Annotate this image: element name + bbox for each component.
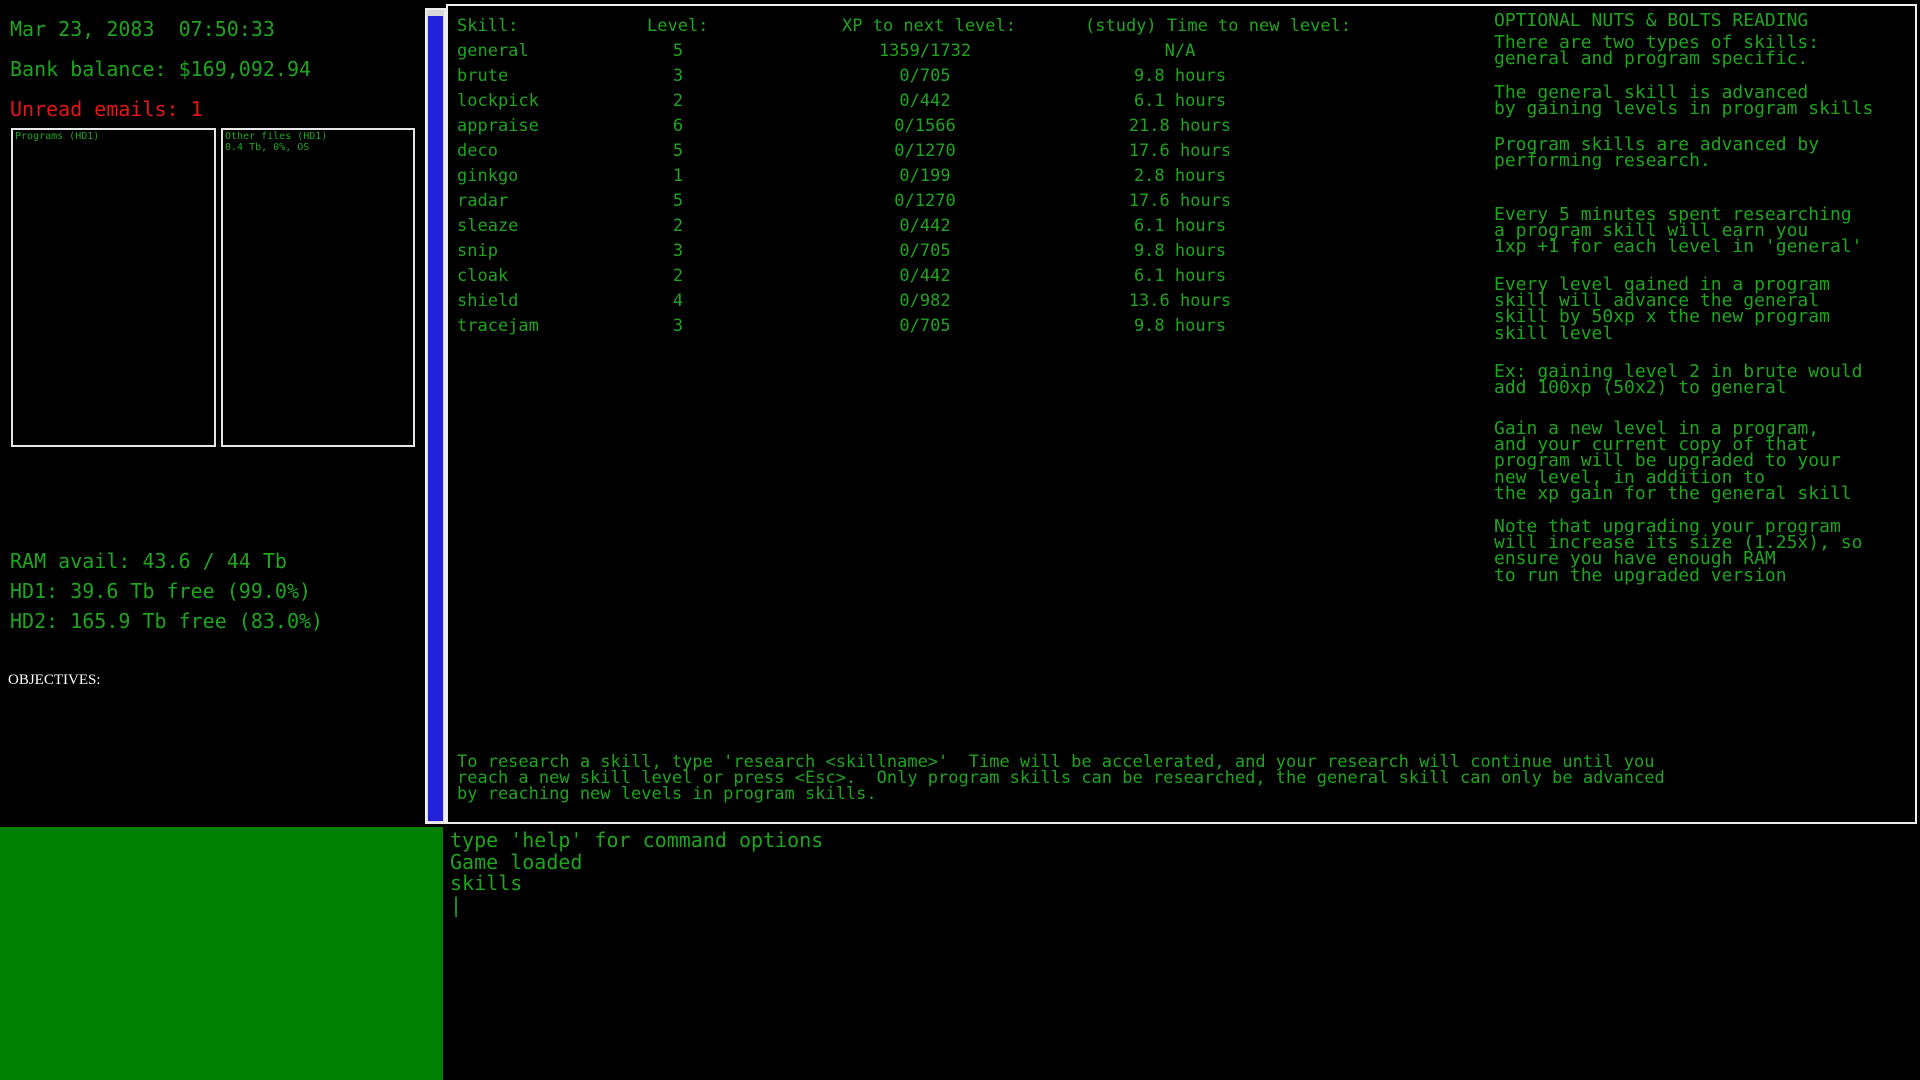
reading-paragraph: Every level gained in a program skill wi… xyxy=(1494,277,1830,342)
skill-xp-cell: 0/982 xyxy=(785,289,1065,314)
skill-xp-cell: 0/199 xyxy=(785,164,1065,189)
skill-time-cell: 9.8 hours xyxy=(1030,239,1330,264)
skill-time-cell: 17.6 hours xyxy=(1030,189,1330,214)
skill-name-cell: appraise xyxy=(457,114,539,139)
skill-time-cell: 9.8 hours xyxy=(1030,64,1330,89)
reading-paragraph: Ex: gaining level 2 in brute would add 1… xyxy=(1494,364,1862,396)
skill-name-cell: radar xyxy=(457,189,508,214)
skill-level-cell: 2 xyxy=(603,89,753,114)
header-time: (study) Time to new level: xyxy=(1085,14,1351,39)
skill-name-cell: ginkgo xyxy=(457,164,518,189)
skill-level-cell: 4 xyxy=(603,289,753,314)
skill-level-cell: 5 xyxy=(603,189,753,214)
skill-name-cell: tracejam xyxy=(457,314,539,339)
skill-time-cell: N/A xyxy=(1030,39,1330,64)
skill-xp-cell: 0/705 xyxy=(785,64,1065,89)
reading-paragraph: Note that upgrading your program will in… xyxy=(1494,519,1862,584)
header-xp: XP to next level: xyxy=(842,14,1016,39)
reading-paragraph: There are two types of skills: general a… xyxy=(1494,35,1819,67)
scrollbar-thumb[interactable] xyxy=(428,16,443,821)
game-screen: Mar 23, 2083 07:50:33 Bank balance: $169… xyxy=(0,0,1920,1080)
skill-name-cell: general xyxy=(457,39,529,64)
skill-level-cell: 3 xyxy=(603,239,753,264)
scrollbar-track[interactable] xyxy=(425,8,446,824)
bank-balance: Bank balance: $169,092.94 xyxy=(10,56,311,82)
skill-xp-cell: 1359/1732 xyxy=(785,39,1065,64)
header-level: Level: xyxy=(647,14,708,39)
skill-name-cell: shield xyxy=(457,289,518,314)
skill-level-cell: 3 xyxy=(603,64,753,89)
skill-time-cell: 6.1 hours xyxy=(1030,214,1330,239)
skill-name-cell: sleaze xyxy=(457,214,518,239)
skill-xp-cell: 0/1270 xyxy=(785,139,1065,164)
ram-status: RAM avail: 43.6 / 44 Tb xyxy=(10,548,287,574)
skill-name-cell: deco xyxy=(457,139,498,164)
skill-level-cell: 6 xyxy=(603,114,753,139)
reading-paragraph: Program skills are advanced by performin… xyxy=(1494,137,1819,169)
reading-paragraph: The general skill is advanced by gaining… xyxy=(1494,85,1873,117)
hd1-status: HD1: 39.6 Tb free (99.0%) xyxy=(10,578,311,604)
reading-panel-title: OPTIONAL NUTS & BOLTS READING xyxy=(1494,13,1808,29)
console-output-line: type 'help' for command options xyxy=(450,830,1910,852)
skill-level-cell: 2 xyxy=(603,214,753,239)
skill-xp-cell: 0/705 xyxy=(785,314,1065,339)
research-help-text: To research a skill, type 'research <ski… xyxy=(457,754,1665,802)
unread-emails-alert: Unread emails: 1 xyxy=(10,96,203,122)
command-console[interactable]: type 'help' for command options Game loa… xyxy=(450,830,1910,916)
other-files-panel-usage: 0.4 Tb, 0%, OS xyxy=(223,142,413,153)
console-cursor[interactable]: | xyxy=(450,895,1910,917)
reading-paragraph: Gain a new level in a program, and your … xyxy=(1494,421,1852,502)
skill-name-cell: lockpick xyxy=(457,89,539,114)
hd2-status: HD2: 165.9 Tb free (83.0%) xyxy=(10,608,323,634)
skill-time-cell: 21.8 hours xyxy=(1030,114,1330,139)
programs-panel-title: Programs (HD1) xyxy=(13,130,214,142)
skill-xp-cell: 0/442 xyxy=(785,214,1065,239)
skill-name-cell: cloak xyxy=(457,264,508,289)
skill-time-cell: 6.1 hours xyxy=(1030,89,1330,114)
skill-xp-cell: 0/442 xyxy=(785,264,1065,289)
skill-xp-cell: 0/705 xyxy=(785,239,1065,264)
skill-time-cell: 9.8 hours xyxy=(1030,314,1330,339)
skill-level-cell: 2 xyxy=(603,264,753,289)
skill-name-cell: brute xyxy=(457,64,508,89)
header-skill: Skill: xyxy=(457,14,518,39)
objectives-label: OBJECTIVES: xyxy=(8,672,101,689)
skill-xp-cell: 0/1566 xyxy=(785,114,1065,139)
skills-panel: Skill: Level: XP to next level: (study) … xyxy=(446,4,1917,824)
skill-name-cell: snip xyxy=(457,239,498,264)
datetime-display: Mar 23, 2083 07:50:33 xyxy=(10,16,275,42)
map-area xyxy=(0,827,443,1080)
programs-panel[interactable]: Programs (HD1) xyxy=(11,128,216,447)
skill-level-cell: 3 xyxy=(603,314,753,339)
skill-time-cell: 13.6 hours xyxy=(1030,289,1330,314)
skill-xp-cell: 0/442 xyxy=(785,89,1065,114)
console-output-line: Game loaded xyxy=(450,852,1910,874)
skill-level-cell: 1 xyxy=(603,164,753,189)
reading-paragraph: Every 5 minutes spent researching a prog… xyxy=(1494,207,1862,256)
other-files-panel-title: Other files (HD1) xyxy=(223,130,413,142)
console-output-line: skills xyxy=(450,873,1910,895)
skill-level-cell: 5 xyxy=(603,39,753,64)
other-files-panel[interactable]: Other files (HD1) 0.4 Tb, 0%, OS xyxy=(221,128,415,447)
skill-level-cell: 5 xyxy=(603,139,753,164)
skill-time-cell: 6.1 hours xyxy=(1030,264,1330,289)
skill-time-cell: 17.6 hours xyxy=(1030,139,1330,164)
skill-time-cell: 2.8 hours xyxy=(1030,164,1330,189)
skill-xp-cell: 0/1270 xyxy=(785,189,1065,214)
